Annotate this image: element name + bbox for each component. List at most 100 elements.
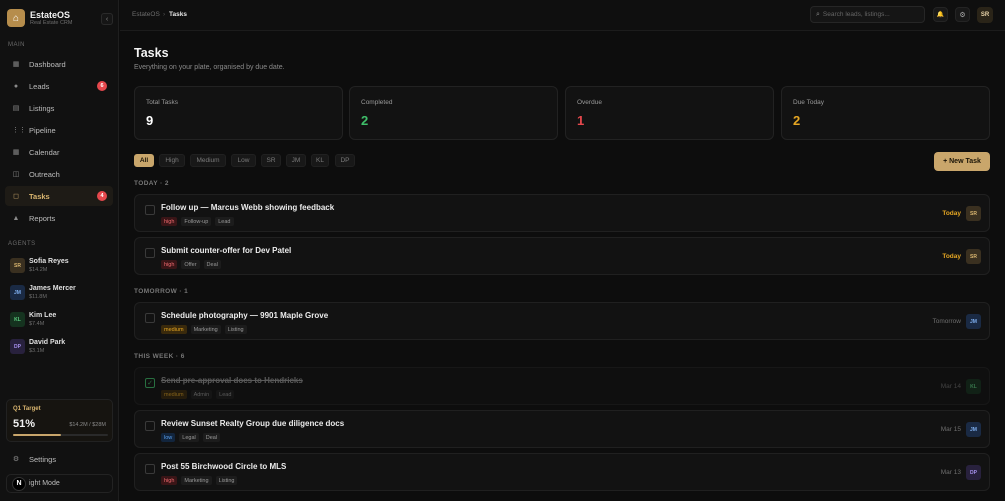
task-due-date: Tomorrow: [932, 318, 961, 325]
theme-mode-toggle[interactable]: N ight Mode: [6, 474, 113, 493]
agent-volume: $14.2M: [29, 267, 48, 273]
notifications-button[interactable]: 🔔: [933, 7, 948, 22]
stat-value: 2: [361, 113, 369, 128]
filter-medium[interactable]: Medium: [190, 154, 226, 167]
agent-item[interactable]: KL Kim Lee $7.4M: [10, 310, 110, 330]
sidebar-item-label: Reports: [29, 213, 56, 223]
agent-item[interactable]: JM James Mercer $11.8M: [10, 283, 110, 303]
new-task-button[interactable]: + New Task: [934, 152, 990, 171]
task-checkbox[interactable]: [145, 248, 155, 258]
agent-name: James Mercer: [29, 285, 76, 292]
task-title: Follow up — Marcus Webb showing feedback: [161, 203, 335, 212]
task-checkbox[interactable]: [145, 421, 155, 431]
sidebar-item-listings[interactable]: ▤ Listings: [5, 98, 113, 118]
user-avatar-button[interactable]: SR: [977, 7, 993, 23]
category-tag: Legal: [179, 433, 199, 442]
task-checkbox[interactable]: [145, 313, 155, 323]
search-placeholder: Search leads, listings...: [822, 11, 890, 18]
task-row[interactable]: Review Sunset Realty Group due diligence…: [134, 410, 990, 448]
sidebar-item-label: Pipeline: [29, 125, 56, 135]
brand[interactable]: ⌂ EstateOS Real Estate CRM: [7, 9, 112, 29]
target-label: Q1 Target: [13, 406, 41, 412]
avatar: DP: [10, 339, 25, 354]
topbar: EstateOS › Tasks ⌕ Search leads, listing…: [120, 0, 1005, 31]
stat-card-due-today: Due Today 2: [781, 86, 990, 140]
agent-volume: $11.8M: [29, 294, 47, 300]
sidebar-item-tasks[interactable]: ◻ Tasks 4: [5, 186, 113, 206]
stat-label: Due Today: [793, 99, 824, 106]
calendar-icon: ▦: [12, 149, 20, 156]
gear-icon: ⚙: [12, 456, 20, 463]
avatar: JM: [10, 285, 25, 300]
leads-icon: ●: [13, 82, 19, 90]
target-progress-fill: [13, 434, 62, 436]
filter-low[interactable]: Low: [231, 154, 256, 167]
filter-jm[interactable]: JM: [286, 154, 306, 167]
page-title: Tasks: [134, 46, 169, 60]
category-tag: Admin: [190, 390, 213, 399]
task-checkbox[interactable]: [145, 205, 155, 215]
sidebar-item-label: Dashboard: [29, 59, 66, 69]
target-percent: 51%: [13, 418, 36, 430]
tasks-count-badge: 4: [97, 191, 107, 201]
sidebar-item-outreach[interactable]: ◫ Outreach: [5, 164, 113, 184]
avatar: KL: [10, 312, 25, 327]
search-input[interactable]: ⌕ Search leads, listings...: [810, 6, 925, 23]
q1-target-card: Q1 Target 51% $14.2M / $28M: [6, 399, 113, 442]
category-tag: Lead: [215, 217, 234, 226]
agent-item[interactable]: SR Sofia Reyes $14.2M: [10, 256, 110, 276]
settings-button[interactable]: ⚙: [955, 7, 970, 22]
priority-tag: medium: [161, 390, 187, 399]
stat-value: 9: [146, 113, 154, 128]
task-checkbox[interactable]: [145, 464, 155, 474]
sidebar-item-label: Listings: [29, 103, 55, 113]
priority-tag: medium: [161, 325, 187, 334]
stat-value: 1: [577, 113, 585, 128]
task-row[interactable]: Submit counter-offer for Dev Patel high …: [134, 237, 990, 275]
priority-tag: high: [161, 217, 178, 226]
sidebar-item-pipeline[interactable]: ⋮⋮ Pipeline: [5, 120, 113, 140]
filter-kl[interactable]: KL: [311, 154, 329, 167]
sidebar-item-label: Calendar: [29, 147, 60, 157]
task-title: Send pre-approval docs to Hendricks: [161, 376, 303, 385]
category-tag: Listing: [215, 476, 238, 485]
grid-icon: ▦: [12, 61, 20, 68]
filter-sr[interactable]: SR: [261, 154, 281, 167]
collapse-sidebar-button[interactable]: ‹: [101, 13, 113, 25]
breadcrumb-root[interactable]: EstateOS: [132, 11, 160, 18]
sidebar-item-calendar[interactable]: ▦ Calendar: [5, 142, 113, 162]
avatar: SR: [10, 258, 25, 273]
assignee-avatar: KL: [966, 379, 981, 394]
task-row[interactable]: Schedule photography — 9901 Maple Grove …: [134, 302, 990, 340]
assignee-avatar: JM: [966, 314, 981, 329]
agent-volume: $3.1M: [29, 348, 45, 354]
task-row[interactable]: ✓ Send pre-approval docs to Hendricks me…: [134, 367, 990, 405]
reports-icon: ▲: [12, 214, 20, 222]
sidebar-item-reports[interactable]: ▲ Reports: [5, 208, 113, 228]
sidebar-item-settings[interactable]: ⚙ Settings: [5, 451, 113, 467]
task-row[interactable]: Follow up — Marcus Webb showing feedback…: [134, 194, 990, 232]
task-due-date: Mar 15: [940, 426, 961, 433]
task-checkbox[interactable]: ✓: [145, 378, 155, 388]
filter-dp[interactable]: DP: [335, 154, 355, 167]
filter-high[interactable]: High: [159, 154, 185, 167]
agent-item[interactable]: DP David Park $3.1M: [10, 337, 110, 357]
category-tag: Deal: [202, 433, 221, 442]
task-title: Schedule photography — 9901 Maple Grove: [161, 311, 329, 320]
stat-label: Total Tasks: [146, 99, 179, 106]
task-row[interactable]: Post 55 Birchwood Circle to MLS high Mar…: [134, 453, 990, 491]
task-due-date: Today: [942, 210, 961, 217]
sidebar-item-dashboard[interactable]: ▦ Dashboard: [5, 54, 113, 74]
filter-all[interactable]: All: [134, 154, 154, 167]
sidebar-item-leads[interactable]: ● Leads 6: [5, 76, 113, 96]
sidebar: ⌂ EstateOS Real Estate CRM ‹ MAIN ▦ Dash…: [0, 0, 119, 501]
listings-icon: ▤: [12, 105, 20, 112]
category-tag: Listing: [224, 325, 247, 334]
assignee-avatar: SR: [966, 206, 981, 221]
task-due-date: Mar 14: [940, 383, 961, 390]
category-tag: Offer: [181, 260, 200, 269]
task-title: Submit counter-offer for Dev Patel: [161, 246, 292, 255]
stat-card-overdue: Overdue 1: [565, 86, 774, 140]
priority-tag: high: [161, 260, 178, 269]
check-icon: ✓: [147, 380, 153, 387]
